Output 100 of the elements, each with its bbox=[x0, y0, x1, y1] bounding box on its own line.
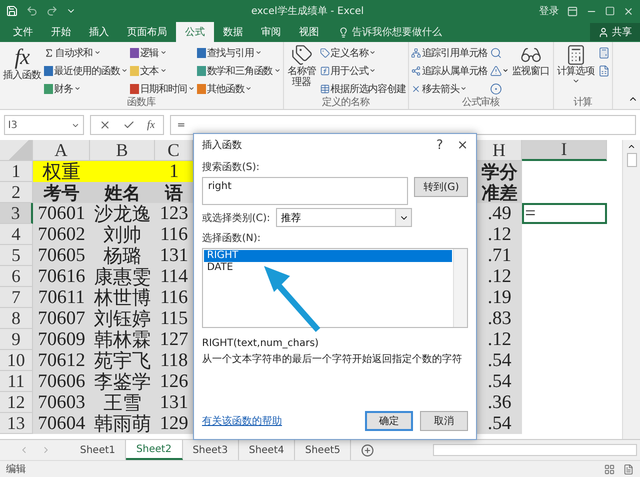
column-header[interactable]: A bbox=[33, 140, 90, 161]
row-header[interactable]: 6 bbox=[0, 266, 33, 287]
ribbon-command-icon bbox=[598, 46, 610, 58]
ribbon-button[interactable]: 数学和三角函数 bbox=[196, 62, 281, 79]
ribbon-display-icon[interactable] bbox=[567, 6, 578, 16]
table-cell: 语 bbox=[155, 182, 193, 203]
name-box[interactable]: I3 bbox=[4, 115, 84, 135]
column-header[interactable]: B bbox=[90, 140, 155, 161]
column-header[interactable]: I bbox=[522, 140, 607, 161]
add-sheet-icon[interactable] bbox=[361, 444, 374, 456]
ribbon-command-icon bbox=[290, 44, 313, 66]
insert-function-button[interactable]: fx bbox=[147, 119, 155, 131]
ribbon-button[interactable]: 自动求和 bbox=[44, 44, 128, 61]
ribbon-button[interactable]: 财务 bbox=[44, 80, 128, 97]
close-icon[interactable] bbox=[623, 6, 634, 16]
ribbon-button[interactable]: 查找与引用 bbox=[196, 44, 281, 61]
ribbon-tab[interactable]: 审阅 bbox=[252, 22, 290, 42]
ribbon-tab[interactable]: 页面布局 bbox=[118, 22, 176, 42]
list-item[interactable]: DATE bbox=[204, 262, 452, 274]
search-field[interactable]: right bbox=[202, 177, 408, 205]
sheet-tab[interactable]: Sheet2 bbox=[126, 440, 183, 460]
normal-view-icon[interactable] bbox=[604, 464, 615, 474]
row-header[interactable]: 12 bbox=[0, 392, 33, 413]
sign-in-link[interactable]: 登录 bbox=[539, 4, 559, 18]
table-cell: 70612 bbox=[33, 350, 90, 371]
row-header[interactable]: 4 bbox=[0, 224, 33, 245]
table-cell: .54 bbox=[477, 350, 522, 371]
close-button[interactable]: × bbox=[457, 138, 468, 152]
row-header[interactable]: 8 bbox=[0, 308, 33, 329]
table-cell: 70603 bbox=[33, 392, 90, 413]
ribbon-button[interactable]: 移去箭头 bbox=[410, 80, 488, 97]
user-icon bbox=[598, 26, 609, 38]
undo-icon[interactable] bbox=[26, 5, 38, 17]
ribbon-tab[interactable]: 文件 bbox=[4, 22, 42, 42]
status-text: 编辑 bbox=[6, 462, 27, 476]
ribbon-button[interactable]: 其他函数 bbox=[196, 80, 281, 97]
column-header[interactable]: H bbox=[477, 140, 522, 161]
cancel-icon[interactable] bbox=[99, 119, 111, 131]
ribbon-button[interactable]: 用于公式 bbox=[320, 62, 406, 79]
insert-function-button[interactable]: fx 插入函数 bbox=[2, 44, 42, 97]
maximize-icon[interactable] bbox=[605, 6, 615, 16]
table-cell: 116 bbox=[155, 224, 193, 245]
ribbon-tab[interactable]: 视图 bbox=[290, 22, 328, 42]
ribbon-button[interactable]: 追踪引用单元格 bbox=[410, 44, 488, 61]
table-cell: .83 bbox=[477, 308, 522, 329]
list-item[interactable]: RIGHT bbox=[204, 250, 452, 262]
table-cell: 118 bbox=[155, 350, 193, 371]
help-button[interactable]: ? bbox=[436, 138, 444, 152]
table-cell: .36 bbox=[477, 392, 522, 413]
table-cell: 刘钰婷 bbox=[90, 308, 155, 329]
ribbon-button[interactable]: 名称管理器 bbox=[286, 44, 318, 97]
ok-button[interactable]: 确定 bbox=[365, 411, 413, 431]
horizontal-scrollbar[interactable] bbox=[433, 444, 637, 456]
category-dropdown[interactable]: 推荐 bbox=[276, 208, 412, 227]
ribbon-tab[interactable]: 开始 bbox=[42, 22, 80, 42]
ribbon-button[interactable]: 逻辑 bbox=[130, 44, 195, 61]
row-header[interactable]: 7 bbox=[0, 287, 33, 308]
table-cell: 70607 bbox=[33, 308, 90, 329]
ribbon-tab[interactable]: 数据 bbox=[214, 22, 252, 42]
group-label: 定义的名称 bbox=[321, 97, 370, 109]
ribbon-command-icon bbox=[410, 66, 421, 76]
ribbon-button[interactable]: 追踪从属单元格 bbox=[410, 62, 488, 79]
ribbon-button[interactable]: 监视窗口 bbox=[510, 44, 551, 97]
tell-me-field[interactable]: 告诉我你想要做什么 bbox=[352, 25, 442, 39]
ribbon-tab[interactable]: 插入 bbox=[80, 22, 118, 42]
ribbon-tab[interactable]: 公式 bbox=[176, 22, 214, 42]
go-button[interactable]: 转到(G) bbox=[414, 177, 468, 197]
enter-icon[interactable] bbox=[123, 119, 135, 131]
redo-icon[interactable] bbox=[46, 5, 58, 17]
group-label: 函数库 bbox=[126, 97, 157, 109]
row-header[interactable]: 3 bbox=[0, 203, 33, 224]
table-cell: .12 bbox=[477, 329, 522, 350]
ribbon-button[interactable]: 文本 bbox=[130, 62, 195, 79]
row-header[interactable]: 2 bbox=[0, 182, 33, 203]
row-header[interactable]: 11 bbox=[0, 371, 33, 392]
row-header[interactable]: 5 bbox=[0, 245, 33, 266]
row-header[interactable]: 9 bbox=[0, 329, 33, 350]
ribbon-button[interactable]: 定义名称 bbox=[320, 44, 406, 61]
ribbon-button[interactable]: 最近使用的函数 bbox=[44, 62, 128, 79]
table-cell: 李鉴学 bbox=[90, 371, 155, 392]
cancel-button[interactable]: 取消 bbox=[420, 411, 468, 431]
page-layout-icon[interactable] bbox=[623, 464, 634, 474]
row-header[interactable]: 13 bbox=[0, 413, 33, 434]
scroll-up-icon[interactable] bbox=[627, 142, 636, 151]
share-button[interactable]: 共享 bbox=[590, 23, 640, 41]
list-scrollbar[interactable] bbox=[453, 249, 467, 327]
scrollbar-thumb[interactable] bbox=[626, 153, 636, 167]
ribbon-button[interactable]: 根据所选内容创建 bbox=[320, 80, 406, 97]
row-header[interactable]: 1 bbox=[0, 161, 33, 182]
table-cell: 70606 bbox=[33, 371, 90, 392]
vertical-scrollbar[interactable] bbox=[622, 140, 640, 439]
column-header[interactable]: C bbox=[155, 140, 193, 161]
ribbon-command-icon bbox=[598, 64, 610, 76]
ribbon-button[interactable]: 计算选项 bbox=[556, 44, 596, 97]
save-icon[interactable] bbox=[6, 5, 18, 17]
help-link[interactable]: 有关该函数的帮助 bbox=[202, 414, 358, 428]
field-label: 选择函数(N): bbox=[202, 232, 262, 245]
row-header[interactable]: 10 bbox=[0, 350, 33, 371]
ribbon-button[interactable]: 日期和时间 bbox=[130, 80, 195, 97]
field-label: 搜索函数(S): bbox=[202, 160, 261, 174]
